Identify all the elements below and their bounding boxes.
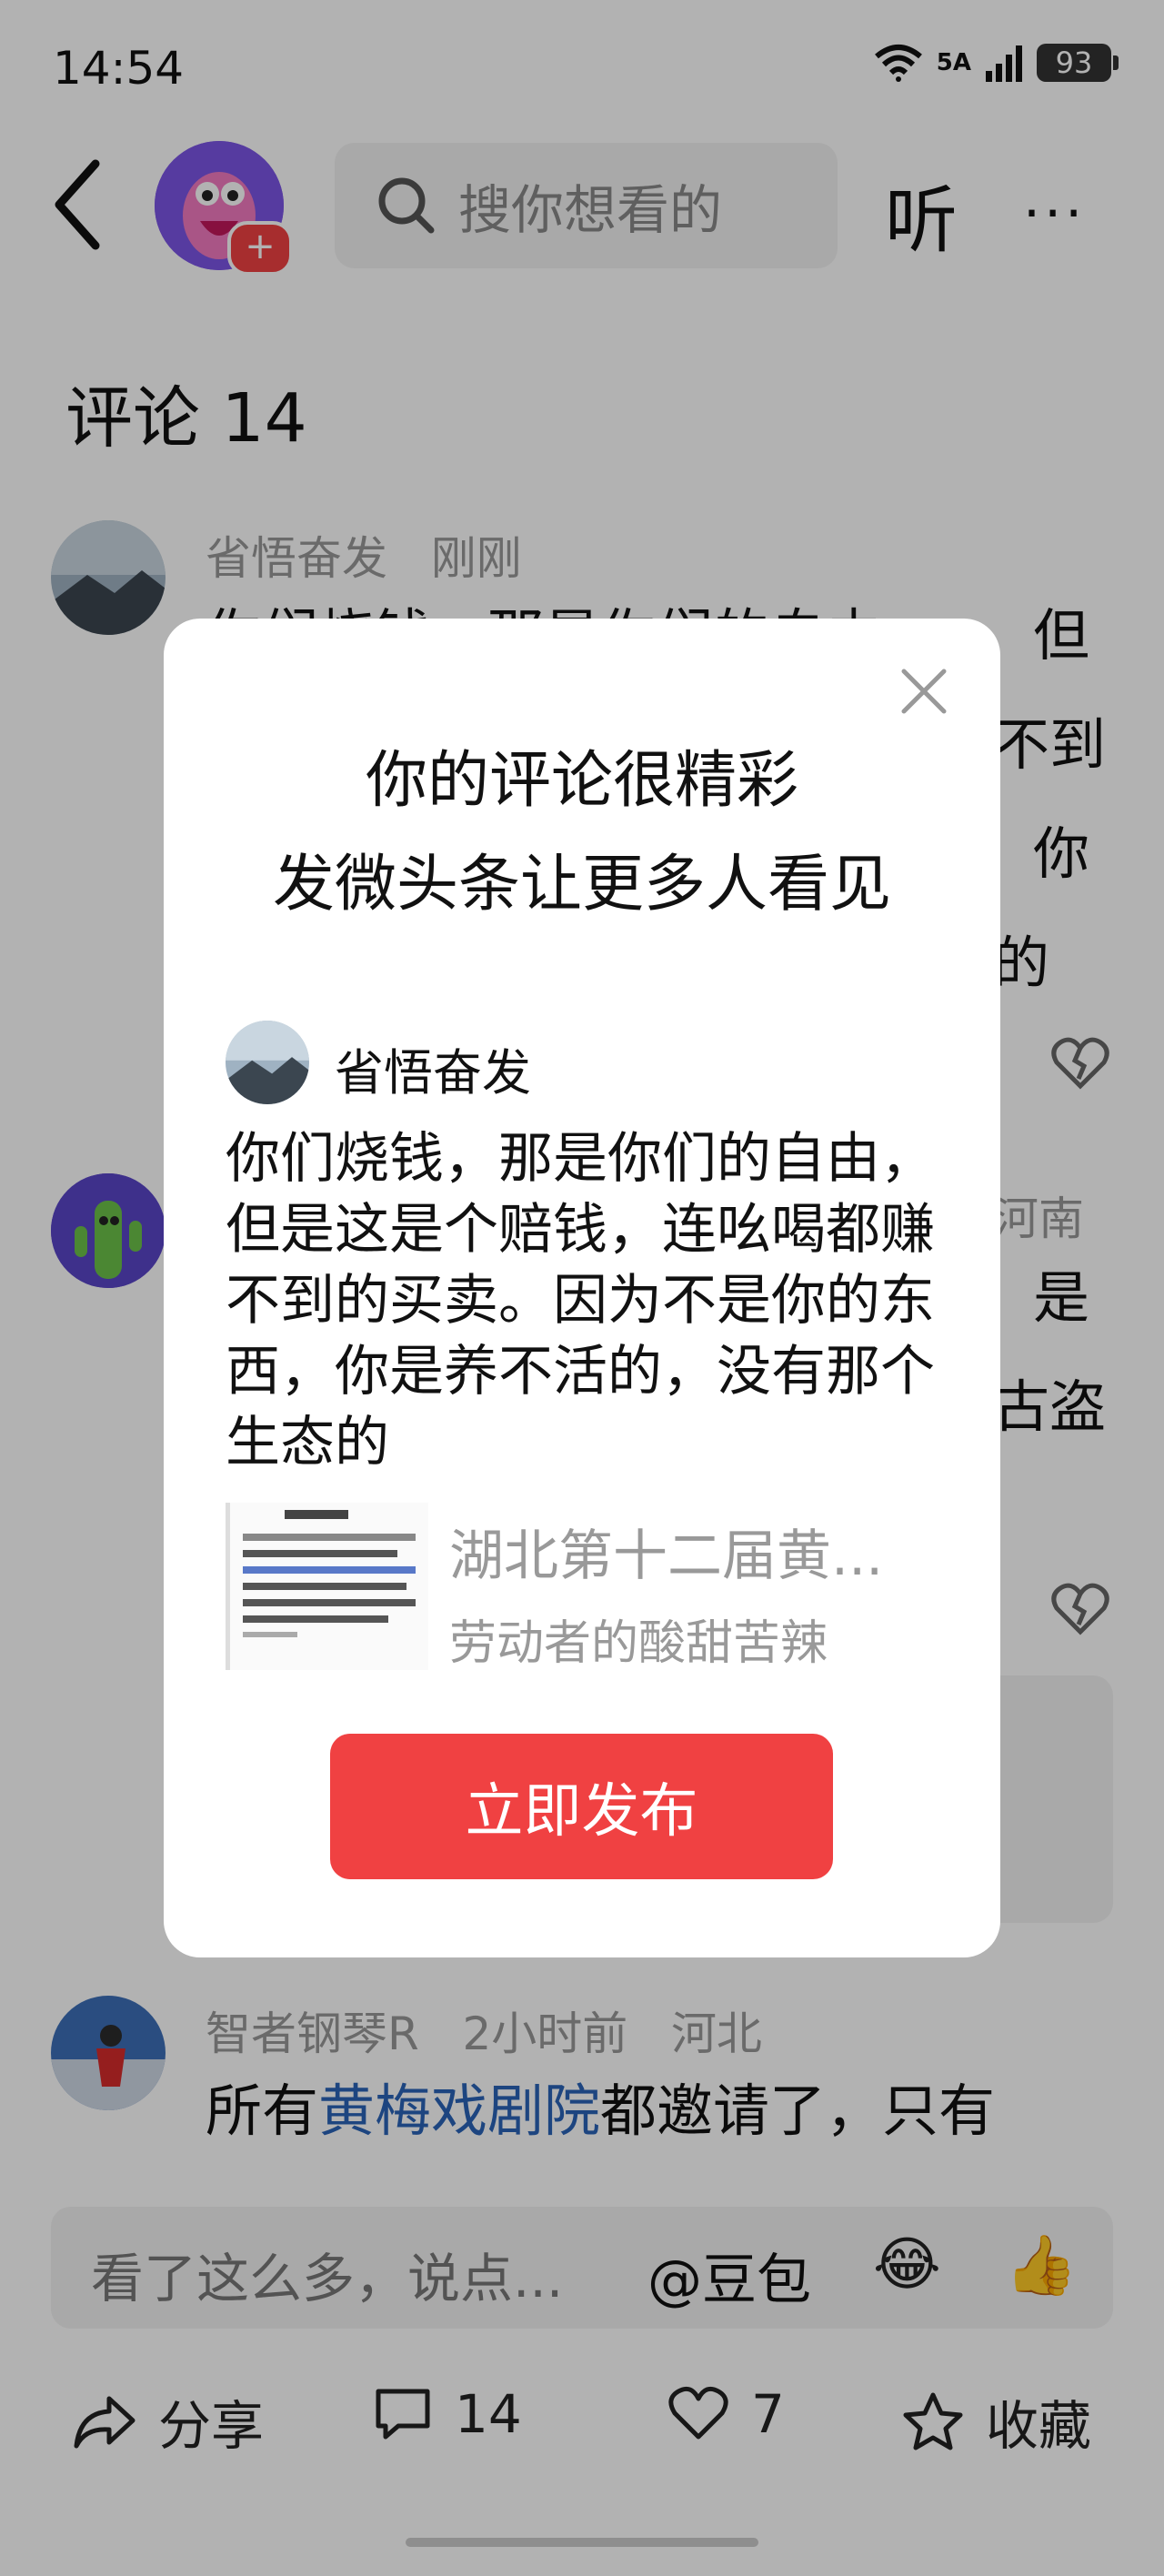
article-source: 劳动者的酸甜苦辣 <box>449 1616 828 1671</box>
dialog-user-avatar <box>226 1021 309 1104</box>
dialog-subtitle: 发微头条让更多人看见 <box>272 849 891 921</box>
article-thumbnail <box>226 1503 428 1670</box>
dialog-title: 你的评论很精彩 <box>365 745 798 817</box>
close-icon[interactable] <box>897 664 951 719</box>
publish-button[interactable]: 立即发布 <box>330 1734 833 1879</box>
article-title: 湖北第十二届黄... <box>449 1524 884 1588</box>
dialog-username: 省悟奋发 <box>335 1044 531 1102</box>
dialog-comment-text: 你们烧钱，那是你们的自由，但是这是个赔钱，连吆喝都赚不到的买卖。因为不是你的东西… <box>226 1127 935 1474</box>
